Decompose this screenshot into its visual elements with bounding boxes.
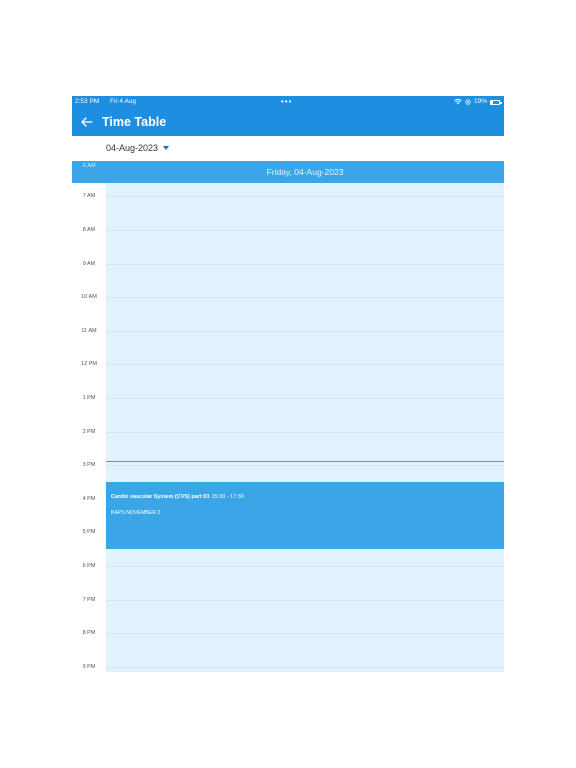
hour-label: 5 PM xyxy=(82,529,96,536)
multitasking-dots[interactable]: ••• xyxy=(281,96,292,108)
hour-gridline xyxy=(106,465,504,467)
hour-gridline xyxy=(106,196,504,198)
app-window: 2:53 PM Fri 4 Aug ••• 19% Time Table 04-… xyxy=(72,96,504,672)
hour-gridline xyxy=(106,364,504,366)
hour-label: 12 PM xyxy=(81,361,97,368)
status-indicators: 19% xyxy=(454,96,502,108)
hour-gridline xyxy=(106,666,504,668)
event-time: 15:30 - 17:30 xyxy=(211,494,244,501)
hour-label: 7 AM xyxy=(82,193,96,200)
hour-label: 4 PM xyxy=(82,495,96,502)
day-header-label: Friday, 04-Aug-2023 xyxy=(266,167,344,177)
date-dropdown[interactable]: 04-Aug-2023 xyxy=(106,143,170,153)
hour-gridline xyxy=(106,566,504,568)
hour-gridline xyxy=(106,398,504,400)
event-title: Cardio vascular System (CVS) part 03 xyxy=(111,494,210,501)
hour-gridline xyxy=(106,431,504,433)
hour-gridline xyxy=(106,297,504,299)
page-title: Time Table xyxy=(102,115,167,129)
hour-label: 1 PM xyxy=(82,395,96,402)
status-time: 2:53 PM xyxy=(75,98,100,105)
hour-label: 8 PM xyxy=(82,630,96,637)
hour-label: 6 PM xyxy=(82,563,96,570)
hour-label: 2 PM xyxy=(82,428,96,435)
status-date: Fri 4 Aug xyxy=(110,98,137,105)
hour-label: 8 AM xyxy=(82,227,96,234)
orientation-lock-icon xyxy=(465,99,471,105)
calendar-event[interactable]: Cardio vascular System (CVS) part 03 15:3… xyxy=(106,482,504,550)
hour-label: 3 PM xyxy=(82,462,96,469)
partial-hour-label: 6 AM xyxy=(83,163,96,169)
app-bar: Time Table xyxy=(72,108,504,136)
hour-gridline xyxy=(106,263,504,265)
calendar-grid[interactable]: Cardio vascular System (CVS) part 03 15:3… xyxy=(106,183,504,672)
date-row: 04-Aug-2023 xyxy=(72,136,504,161)
day-header: 6 AM Friday, 04-Aug-2023 xyxy=(72,161,504,183)
hour-label: 7 PM xyxy=(82,596,96,603)
hour-label: 10 AM xyxy=(81,294,97,301)
current-time-indicator xyxy=(106,461,504,463)
hour-gridline xyxy=(106,633,504,635)
status-bar: 2:53 PM Fri 4 Aug ••• 19% xyxy=(72,96,504,108)
hour-label: 11 AM xyxy=(81,327,97,334)
arrow-left-icon xyxy=(81,117,93,127)
battery-level xyxy=(491,100,493,104)
hour-label: 9 PM xyxy=(82,663,96,670)
battery-percent: 19% xyxy=(473,98,487,105)
wifi-icon xyxy=(454,99,462,105)
time-column: 7 AM 8 AM 9 AM 10 AM 11 AM 12 PM 1 PM 2 PM 3 PM 4… xyxy=(72,183,106,672)
hour-label: 9 AM xyxy=(82,260,96,267)
day-calendar[interactable]: 7 AM 8 AM 9 AM 10 AM 11 AM 12 PM 1 PM 2 PM 3 PM 4… xyxy=(72,183,504,672)
hour-gridline xyxy=(106,330,504,332)
battery-icon xyxy=(490,99,502,105)
hour-gridline xyxy=(106,230,504,232)
selected-date: 04-Aug-2023 xyxy=(106,143,159,153)
hour-gridline xyxy=(106,599,504,601)
back-button[interactable] xyxy=(78,112,96,132)
caret-down-icon xyxy=(163,146,170,150)
event-subtitle: KAPS NOVEMBER 2 xyxy=(111,510,161,517)
